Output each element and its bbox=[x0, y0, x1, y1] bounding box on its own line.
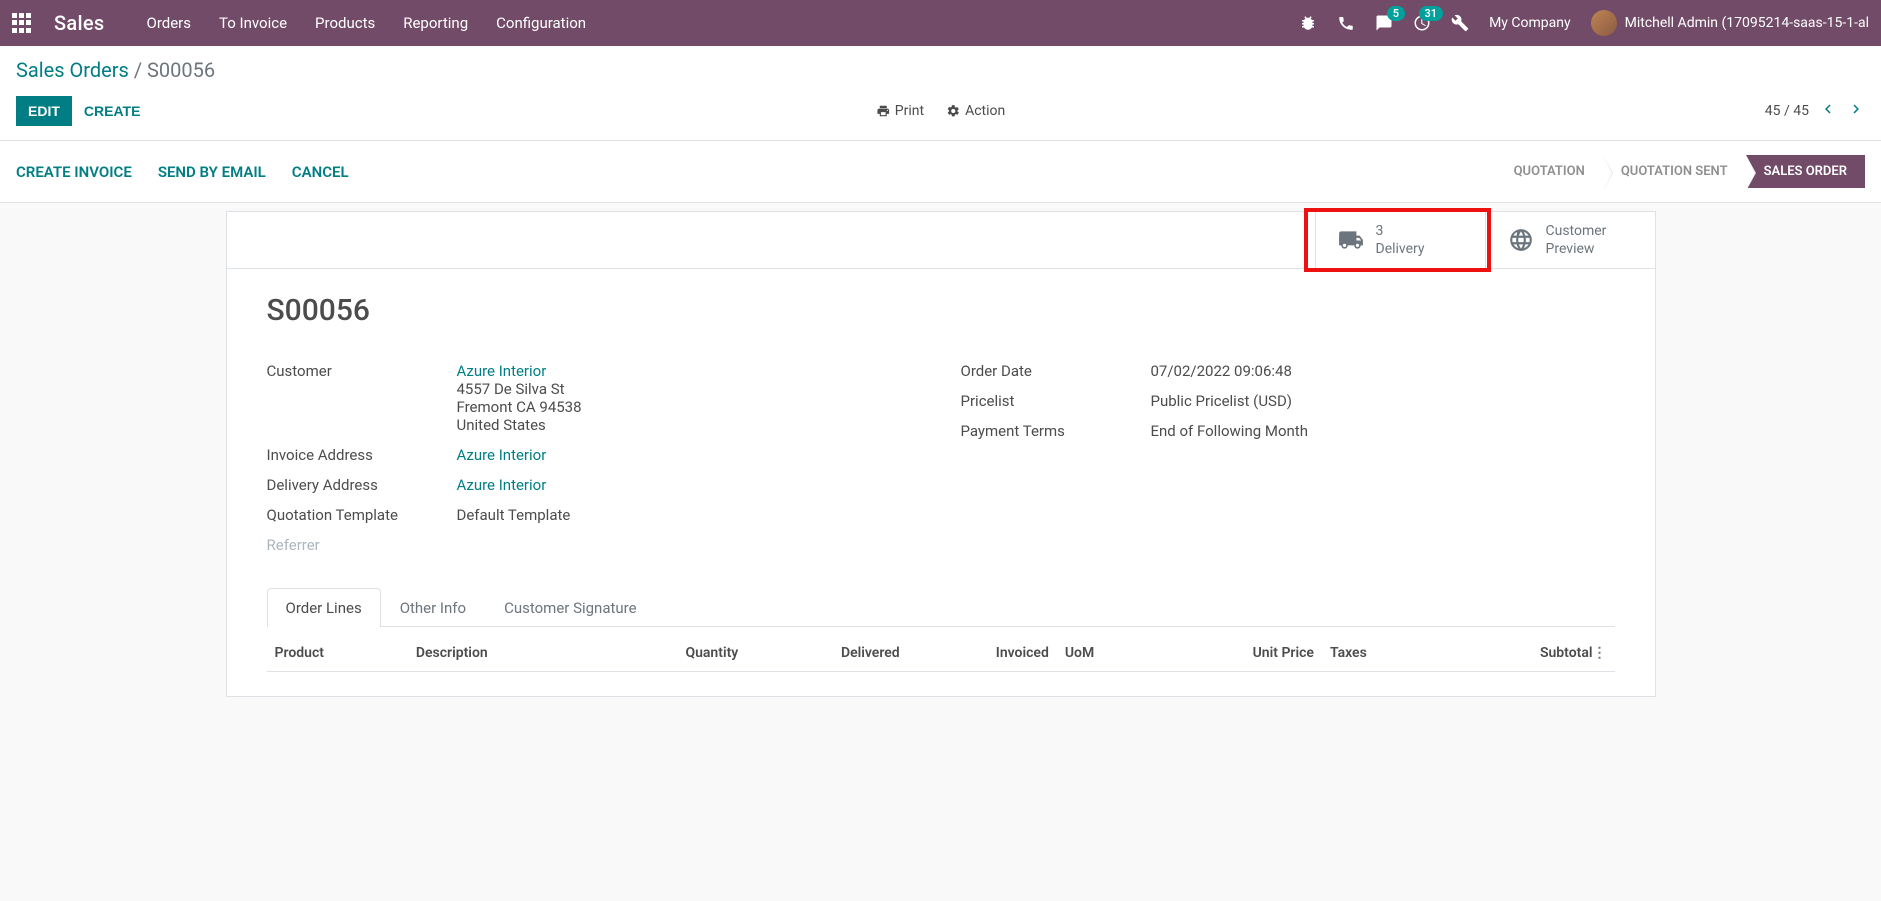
print-button[interactable]: Print bbox=[876, 103, 924, 119]
form-sheet: 3 Delivery Customer Preview S00056 Custo… bbox=[226, 211, 1656, 697]
nav-to-invoice[interactable]: To Invoice bbox=[219, 14, 287, 32]
order-date-value: 07/02/2022 09:06:48 bbox=[1151, 362, 1292, 380]
pager-next[interactable] bbox=[1847, 100, 1865, 122]
tab-customer-signature[interactable]: Customer Signature bbox=[485, 588, 656, 627]
app-brand[interactable]: Sales bbox=[54, 11, 105, 35]
preview-line1: Customer bbox=[1546, 222, 1607, 240]
th-unit-price: Unit Price bbox=[1155, 635, 1322, 672]
label-pricelist: Pricelist bbox=[961, 392, 1151, 410]
stat-delivery[interactable]: 3 Delivery bbox=[1315, 212, 1485, 268]
th-subtotal: Subtotal ⋮ bbox=[1436, 635, 1614, 672]
th-quantity: Quantity bbox=[598, 635, 747, 672]
label-customer: Customer bbox=[267, 362, 457, 434]
bug-icon[interactable] bbox=[1299, 14, 1317, 32]
stat-buttons: 3 Delivery Customer Preview bbox=[227, 212, 1655, 269]
label-payment-terms: Payment Terms bbox=[961, 422, 1151, 440]
label-order-date: Order Date bbox=[961, 362, 1151, 380]
breadcrumb-parent[interactable]: Sales Orders bbox=[16, 58, 129, 82]
label-referrer: Referrer bbox=[267, 536, 457, 554]
label-quotation-template: Quotation Template bbox=[267, 506, 457, 524]
customer-addr3: United States bbox=[457, 416, 546, 434]
messages-badge: 5 bbox=[1387, 6, 1405, 21]
action-button[interactable]: Action bbox=[946, 103, 1005, 119]
control-bar: EDIT CREATE Print Action 45 / 45 bbox=[0, 82, 1881, 141]
tools-icon[interactable] bbox=[1451, 14, 1469, 32]
invoice-address-link[interactable]: Azure Interior bbox=[457, 446, 547, 464]
avatar bbox=[1591, 10, 1617, 36]
edit-button[interactable]: EDIT bbox=[16, 96, 72, 126]
breadcrumb: Sales Orders / S00056 bbox=[16, 58, 1865, 82]
th-description: Description bbox=[408, 635, 598, 672]
top-nav: Sales Orders To Invoice Products Reporti… bbox=[0, 0, 1881, 46]
breadcrumb-current: S00056 bbox=[147, 58, 215, 82]
kebab-icon[interactable]: ⋮ bbox=[1593, 645, 1607, 661]
th-product: Product bbox=[267, 635, 408, 672]
gear-icon bbox=[946, 104, 960, 118]
create-invoice-button[interactable]: CREATE INVOICE bbox=[16, 163, 132, 181]
activities-icon[interactable]: 31 bbox=[1413, 14, 1431, 32]
create-button[interactable]: CREATE bbox=[72, 96, 153, 126]
nav-products[interactable]: Products bbox=[315, 14, 375, 32]
customer-link[interactable]: Azure Interior bbox=[457, 362, 547, 380]
customer-addr1: 4557 De Silva St bbox=[457, 380, 565, 398]
tab-order-lines[interactable]: Order Lines bbox=[267, 588, 381, 627]
th-delivered: Delivered bbox=[746, 635, 907, 672]
order-lines-table: Product Description Quantity Delivered I… bbox=[267, 635, 1615, 672]
action-label: Action bbox=[965, 103, 1005, 119]
user-menu[interactable]: Mitchell Admin (17095214-saas-15-1-al bbox=[1591, 10, 1869, 36]
customer-addr2: Fremont CA 94538 bbox=[457, 398, 582, 416]
breadcrumb-sep: / bbox=[134, 58, 147, 82]
nav-configuration[interactable]: Configuration bbox=[496, 14, 586, 32]
label-delivery-address: Delivery Address bbox=[267, 476, 457, 494]
delivery-label: Delivery bbox=[1376, 240, 1425, 258]
tabs: Order Lines Other Info Customer Signatur… bbox=[267, 588, 1615, 627]
pager-prev[interactable] bbox=[1819, 100, 1837, 122]
th-taxes: Taxes bbox=[1322, 635, 1436, 672]
page-title: S00056 bbox=[267, 293, 1615, 328]
step-sales-order[interactable]: SALES ORDER bbox=[1746, 155, 1865, 188]
truck-icon bbox=[1338, 227, 1364, 253]
th-uom: UoM bbox=[1057, 635, 1155, 672]
nav-reporting[interactable]: Reporting bbox=[403, 14, 468, 32]
pricelist-value: Public Pricelist (USD) bbox=[1151, 392, 1293, 410]
phone-icon[interactable] bbox=[1337, 14, 1355, 32]
step-quotation-sent[interactable]: QUOTATION SENT bbox=[1603, 155, 1746, 188]
company-switcher[interactable]: My Company bbox=[1489, 15, 1571, 31]
payment-terms-value: End of Following Month bbox=[1151, 422, 1308, 440]
breadcrumb-row: Sales Orders / S00056 bbox=[0, 46, 1881, 82]
tab-other-info[interactable]: Other Info bbox=[381, 588, 485, 627]
nav-orders[interactable]: Orders bbox=[147, 14, 192, 32]
user-name: Mitchell Admin (17095214-saas-15-1-al bbox=[1625, 15, 1869, 31]
stat-customer-preview[interactable]: Customer Preview bbox=[1485, 212, 1655, 268]
print-icon bbox=[876, 104, 890, 118]
apps-icon[interactable] bbox=[12, 13, 32, 33]
status-bar: CREATE INVOICE SEND BY EMAIL CANCEL QUOT… bbox=[0, 141, 1881, 203]
messages-icon[interactable]: 5 bbox=[1375, 14, 1393, 32]
delivery-address-link[interactable]: Azure Interior bbox=[457, 476, 547, 494]
cancel-button[interactable]: CANCEL bbox=[292, 163, 349, 181]
step-quotation[interactable]: QUOTATION bbox=[1496, 155, 1603, 188]
print-label: Print bbox=[895, 103, 924, 119]
status-steps: QUOTATION QUOTATION SENT SALES ORDER bbox=[1496, 155, 1865, 188]
quotation-template-value: Default Template bbox=[457, 506, 571, 524]
pager-value[interactable]: 45 / 45 bbox=[1765, 103, 1809, 119]
activities-badge: 31 bbox=[1419, 6, 1444, 21]
preview-line2: Preview bbox=[1546, 240, 1607, 258]
globe-icon bbox=[1508, 227, 1534, 253]
send-email-button[interactable]: SEND BY EMAIL bbox=[158, 163, 266, 181]
th-invoiced: Invoiced bbox=[908, 635, 1057, 672]
label-invoice-address: Invoice Address bbox=[267, 446, 457, 464]
delivery-count: 3 bbox=[1376, 222, 1425, 240]
